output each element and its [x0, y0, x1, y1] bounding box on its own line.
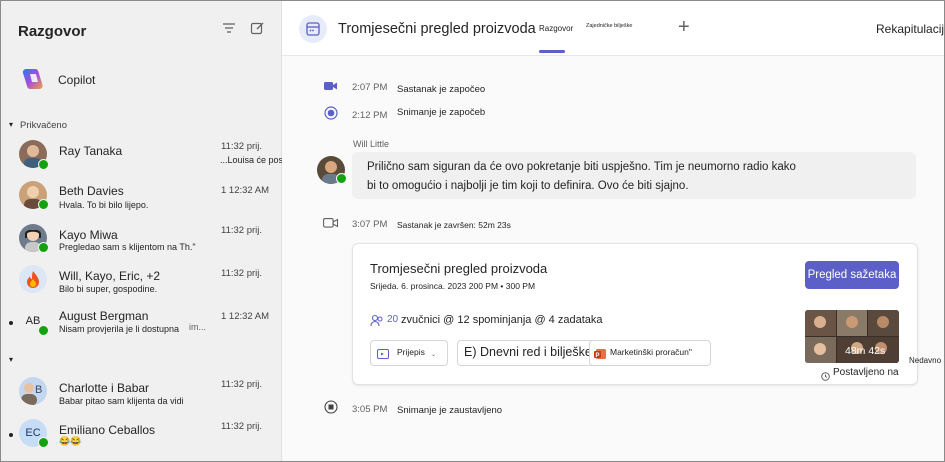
new-chat-icon[interactable] [249, 21, 265, 37]
agenda-chip[interactable]: E) Dnevni red i bilješke [457, 340, 597, 366]
event-text: Snimanje je započeb [397, 107, 486, 118]
chat-header: Tromjesečni pregled proizvoda Razgovor Z… [282, 1, 944, 56]
presence-available-icon [38, 242, 49, 253]
chip-chevron-icon: ⌄ [431, 352, 437, 358]
tab-shared-notes[interactable]: Zajedničke bilješke [586, 23, 632, 29]
recap-button[interactable]: Rekapitulacija [876, 22, 944, 36]
chat-name: Beth Davies [59, 184, 124, 198]
card-stats: zvučnici @ 12 spominjanja @ 4 zadataka [401, 314, 603, 326]
chat-preview: Nisam provjerila je li dostupna [59, 324, 180, 334]
chat-item-group[interactable]: Will, Kayo, Eric, +2 11:32 prij. Bilo bi… [1, 262, 281, 300]
event-time: 3:07 PM [352, 219, 388, 230]
pinned-section-label: Prikvačeno [20, 120, 67, 131]
chat-preview: Pregledao sam s klijentom na Th." [59, 242, 196, 252]
recording-icon [324, 106, 338, 120]
presence-available-icon [38, 159, 49, 170]
tab-chat-indicator [539, 50, 565, 53]
presence-available-icon [38, 325, 49, 336]
clock-icon [821, 368, 830, 381]
event-time: 2:07 PM [352, 82, 388, 93]
chat-preview: Bilo bi super, gospodine. [59, 284, 158, 294]
chat-preview-overflow: im... [189, 322, 206, 332]
tab-chat[interactable]: Razgovor [539, 24, 573, 33]
add-tab-icon[interactable]: + [678, 17, 690, 37]
chat-item-beth-davies[interactable]: Beth Davies 1 12:32 AM Hvala. To bi bilo… [1, 178, 281, 216]
chat-title: Tromjesečni pregled proizvoda [338, 21, 536, 37]
message-line: Prilično sam siguran da će ovo pokretanj… [367, 161, 796, 173]
presence-available-icon [38, 437, 49, 448]
view-recap-button[interactable]: Pregled sažetaka [805, 261, 899, 289]
chat-time: 11:32 prij. [221, 225, 263, 236]
chip-label: E) Dnevni red i bilješke [464, 345, 592, 359]
message-bubble[interactable]: Prilično sam siguran da će ovo pokretanj… [352, 152, 916, 199]
chat-sidebar: Razgovor Copilot ▾ Prikvačeno Ray Tanaka… [1, 1, 350, 461]
message-author: Will Little [353, 139, 390, 149]
people-icon [370, 314, 384, 327]
svg-text:P: P [596, 353, 600, 359]
chat-preview: Hvala. To bi bilo lijepo. [59, 200, 149, 210]
chat-item-kayo-miwa[interactable]: Kayo Miwa 11:32 prij. Pregledao sam s kl… [1, 220, 281, 258]
chat-name: Emiliano Ceballos [59, 423, 156, 437]
meeting-recap-card[interactable]: Tromjesečni pregled proizvoda Srijeda. 6… [352, 243, 918, 385]
transcript-chip[interactable]: Prijepis ⌄ [370, 340, 448, 366]
chat-name: Kayo Miwa [59, 228, 118, 242]
chat-time: 11:32 prij. [221, 141, 263, 152]
event-text: Snimanje je zaustavljeno [397, 405, 503, 416]
video-camera-outline-icon [323, 216, 339, 230]
chat-name: Ray Tanaka [59, 144, 123, 158]
recording-stopped-icon [324, 400, 338, 414]
card-date: Srijeda. 6. prosinca. 2023 200 PM • 300 … [370, 281, 536, 291]
chat-time: 11:32 prij. [221, 268, 263, 279]
teams-window: Razgovor Copilot ▾ Prikvačeno Ray Tanaka… [0, 0, 945, 462]
group-avatar [19, 265, 47, 293]
copilot-item[interactable]: Copilot [18, 65, 258, 95]
chat-item-august-bergman[interactable]: AB August Bergman 1 12:32 AM Nisam provj… [1, 304, 281, 342]
avatar [19, 377, 47, 405]
chat-time: 11:32 prij. [221, 421, 263, 432]
chat-pane: Tromjesečni pregled proizvoda Razgovor Z… [282, 1, 944, 461]
chat-name: August Bergman [59, 309, 149, 323]
event-text: Sastanak je završen: 52m 23s [397, 220, 511, 230]
recent-label: Nedavno [909, 356, 942, 365]
chip-label: Marketinški proračun" [610, 347, 692, 357]
filter-icon[interactable] [221, 22, 237, 38]
chat-preview: Babar pitao sam klijenta da vidi [59, 396, 184, 406]
section-chevron-icon[interactable]: ▾ [9, 355, 13, 364]
chat-time: 1 12:32 AM [221, 185, 270, 196]
chat-time: 11:32 prij. [221, 379, 263, 390]
presence-available-icon [38, 199, 49, 210]
calendar-icon [299, 15, 327, 43]
event-time: 3:05 PM [352, 404, 388, 415]
chat-item-ray-tanaka[interactable]: Ray Tanaka 11:32 prij. ...Louisa će posl… [1, 136, 350, 174]
chat-name: Will, Kayo, Eric, +2 [59, 269, 161, 283]
chip-label: Prijepis [397, 347, 425, 357]
transcript-icon [377, 347, 389, 359]
chat-name: Charlotte i Babar [59, 381, 150, 395]
recording-duration: 48m 42s [845, 345, 886, 357]
posted-label: Postavljeno na [833, 367, 899, 378]
presence-available-icon [336, 173, 347, 184]
message-line: bi to omogućio i najbolji je tim koji to… [367, 180, 689, 192]
event-time: 2:12 PM [352, 110, 388, 121]
avatar-initials: B [35, 384, 43, 396]
budget-chip[interactable]: P Marketinški proračun" [589, 340, 711, 366]
video-camera-icon [324, 79, 338, 93]
copilot-icon [18, 65, 46, 93]
chat-preview: 😂😂 [59, 436, 82, 446]
card-title: Tromjesečni pregled proizvoda [370, 261, 548, 276]
speakers-count: 20 [387, 314, 399, 325]
chat-item-charlotte-babar[interactable]: B Charlotte i Babar 11:32 prij. Babar pi… [1, 374, 281, 412]
unread-dot [9, 433, 13, 437]
event-text: Sastanak je započeo [397, 84, 486, 95]
powerpoint-icon: P [594, 347, 606, 359]
copilot-label: Copilot [58, 73, 96, 87]
sidebar-title: Razgovor [18, 23, 87, 40]
chat-item-emiliano-ceballos[interactable]: EC Emiliano Ceballos 11:32 prij. 😂😂 [1, 416, 281, 456]
recording-thumbnail[interactable]: 48m 42s [805, 310, 899, 363]
unread-dot [9, 321, 13, 325]
chat-time: 1 12:32 AM [221, 311, 270, 322]
pinned-chevron-icon[interactable]: ▾ [9, 120, 13, 129]
